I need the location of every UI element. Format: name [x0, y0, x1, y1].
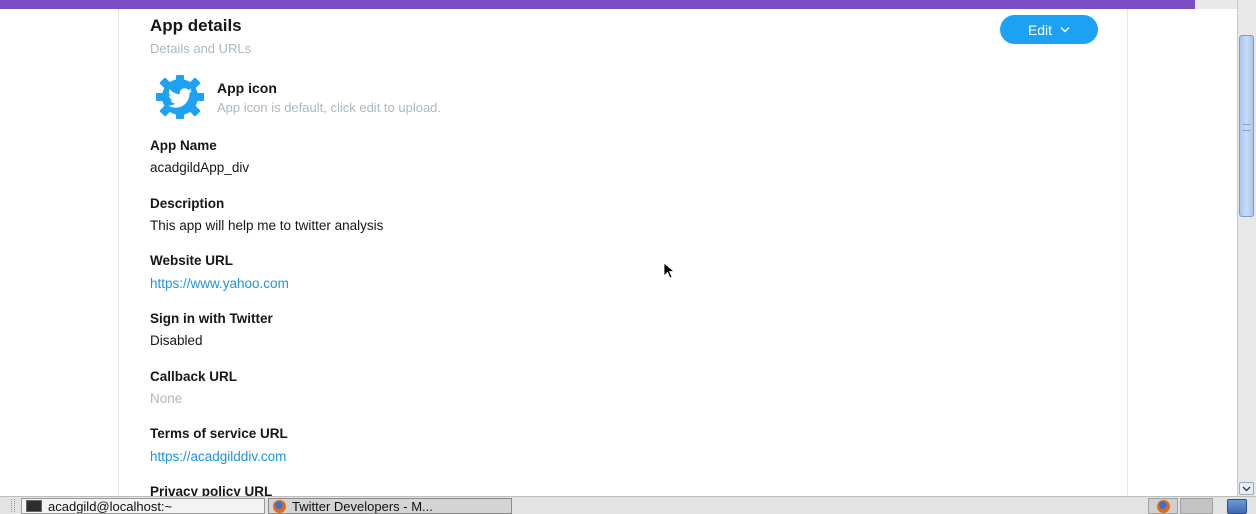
- top-accent-bar: [0, 0, 1237, 9]
- description-label: Description: [150, 196, 225, 211]
- firefox-icon: [273, 499, 286, 513]
- description-value: This app will help me to twitter analysi…: [150, 218, 384, 233]
- terms-url-label: Terms of service URL: [150, 426, 288, 441]
- terminal-icon: [26, 500, 42, 512]
- tray-firefox-launcher[interactable]: [1148, 498, 1178, 514]
- sign-in-twitter-value: Disabled: [150, 333, 203, 348]
- terms-url-link[interactable]: https://acadgilddiv.com: [150, 449, 286, 464]
- scrollbar-grip-icon: [1243, 124, 1250, 131]
- tray-workspace[interactable]: [1180, 498, 1213, 514]
- section-title: App details: [150, 16, 242, 35]
- website-url-label: Website URL: [150, 253, 234, 268]
- taskbar-grip: [11, 499, 15, 512]
- taskbar-item-label: acadgild@localhost:~: [48, 498, 173, 514]
- firefox-icon: [1156, 499, 1170, 513]
- taskbar-item-label: Twitter Developers - M...: [292, 498, 433, 514]
- app-icon-label: App icon: [217, 80, 277, 96]
- chevron-down-icon: [1242, 486, 1251, 491]
- section-subtitle: Details and URLs: [150, 41, 252, 56]
- content-left-border: [118, 9, 119, 496]
- app-icon-help-text: App icon is default, click edit to uploa…: [217, 100, 442, 115]
- content-right-border: [1127, 9, 1128, 496]
- edit-button[interactable]: Edit: [1000, 15, 1098, 44]
- taskbar-item-terminal[interactable]: acadgild@localhost:~: [21, 498, 265, 514]
- app-name-label: App Name: [150, 138, 217, 153]
- sign-in-twitter-label: Sign in with Twitter: [150, 311, 273, 326]
- mouse-pointer-icon: [663, 262, 676, 279]
- scroll-down-button[interactable]: [1239, 482, 1254, 495]
- app-name-value: acadgildApp_div: [150, 160, 250, 175]
- top-accent-cap: [1195, 0, 1237, 9]
- taskbar-item-firefox[interactable]: Twitter Developers - M...: [268, 498, 512, 514]
- callback-url-label: Callback URL: [150, 369, 238, 384]
- callback-url-value: None: [150, 391, 183, 406]
- app-icon-image: [156, 75, 204, 119]
- notes-icon[interactable]: [1227, 499, 1247, 514]
- edit-button-label: Edit: [1027, 21, 1053, 38]
- chevron-down-icon: [1060, 27, 1070, 33]
- website-url-link[interactable]: https://www.yahoo.com: [150, 276, 289, 291]
